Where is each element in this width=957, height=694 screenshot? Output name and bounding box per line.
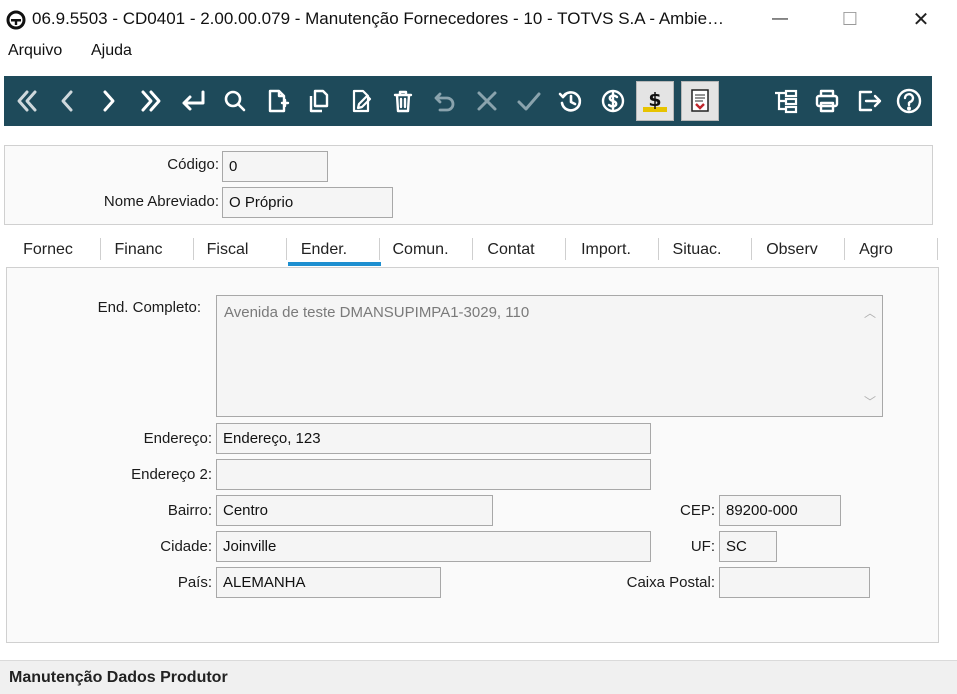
tab-situac[interactable]: Situac. — [658, 238, 736, 262]
endereco2-field[interactable] — [216, 459, 651, 490]
minimize-icon: — — [772, 10, 788, 27]
tab-contat[interactable]: Contat — [472, 238, 550, 262]
tab-fiscal[interactable]: Fiscal — [193, 238, 262, 262]
tab-ender[interactable]: Ender. — [288, 238, 360, 262]
menu-arquivo[interactable]: Arquivo — [8, 42, 62, 60]
scroll-up-icon[interactable]: ︿ — [864, 304, 876, 321]
uf-label: UF: — [690, 538, 715, 555]
tree-icon[interactable] — [768, 84, 802, 118]
svg-text:$: $ — [648, 89, 661, 111]
history-icon[interactable] — [554, 84, 588, 118]
pais-field[interactable]: ALEMANHA — [216, 567, 441, 598]
bairro-label: Bairro: — [167, 502, 212, 519]
toolbar: $ — [4, 76, 932, 126]
app-logo-icon — [6, 10, 26, 30]
maximize-button[interactable]: ☐ — [827, 0, 873, 38]
previous-record-icon[interactable] — [50, 84, 84, 118]
print-icon[interactable] — [810, 84, 844, 118]
tab-agro[interactable]: Agro — [844, 238, 908, 262]
confirm-icon[interactable] — [512, 84, 546, 118]
nome-abreviado-field[interactable]: O Próprio — [222, 187, 393, 218]
uf-field[interactable]: SC — [719, 531, 777, 562]
end-completo-value: Avenida de teste DMANSUPIMPA1-3029, 110 — [224, 304, 530, 321]
last-record-icon[interactable] — [134, 84, 168, 118]
cep-field[interactable]: 89200-000 — [719, 495, 841, 526]
first-record-icon[interactable] — [10, 84, 44, 118]
cancel-icon[interactable] — [470, 84, 504, 118]
delete-icon[interactable] — [386, 84, 420, 118]
cidade-field[interactable]: Joinville — [216, 531, 651, 562]
close-icon: ✕ — [912, 8, 930, 31]
nome-abreviado-label: Nome Abreviado: — [103, 193, 219, 210]
tab-separator — [937, 238, 938, 260]
scroll-down-icon[interactable]: ﹀ — [864, 393, 876, 410]
codigo-field[interactable]: 0 — [222, 151, 328, 182]
tab-financ[interactable]: Financ — [100, 238, 177, 262]
menu-ajuda[interactable]: Ajuda — [91, 42, 132, 60]
caixa-postal-field[interactable] — [719, 567, 870, 598]
status-bar: Manutenção Dados Produtor — [0, 660, 957, 694]
copy-record-icon[interactable] — [302, 84, 336, 118]
currency-icon[interactable] — [596, 84, 630, 118]
active-tab-indicator — [288, 262, 381, 266]
window-title: 06.9.5503 - CD0401 - 2.00.00.079 - Manut… — [32, 9, 725, 28]
caixa-postal-label: Caixa Postal: — [626, 574, 715, 591]
search-icon[interactable] — [218, 84, 252, 118]
tab-fornec[interactable]: Fornec — [8, 238, 88, 262]
end-completo-label: End. Completo: — [97, 299, 201, 316]
menu-bar — [0, 38, 957, 66]
pais-label: País: — [177, 574, 212, 591]
codigo-label: Código: — [167, 156, 219, 173]
endereco-label: Endereço: — [143, 430, 212, 447]
exit-icon[interactable] — [852, 84, 886, 118]
undo-icon[interactable] — [428, 84, 462, 118]
endereco2-label: Endereço 2: — [131, 466, 212, 483]
edit-record-icon[interactable] — [344, 84, 378, 118]
minimize-button[interactable]: — — [757, 0, 803, 38]
cidade-label: Cidade: — [160, 538, 212, 555]
tab-comun[interactable]: Comun. — [379, 238, 462, 262]
help-icon[interactable] — [892, 84, 926, 118]
tab-separator — [286, 238, 287, 260]
close-button[interactable]: ✕ — [898, 0, 944, 38]
new-record-icon[interactable] — [260, 84, 294, 118]
tab-import[interactable]: Import. — [565, 238, 647, 262]
endereco-field[interactable]: Endereço, 123 — [216, 423, 651, 454]
financial-icon[interactable]: $ — [636, 81, 674, 121]
end-completo-textarea[interactable]: Avenida de teste DMANSUPIMPA1-3029, 110 … — [216, 295, 883, 417]
cep-label: CEP: — [679, 502, 715, 519]
tab-observ[interactable]: Observ — [751, 238, 833, 262]
report-icon[interactable] — [681, 81, 719, 121]
maximize-icon: ☐ — [841, 8, 859, 29]
next-record-icon[interactable] — [92, 84, 126, 118]
status-text: Manutenção Dados Produtor — [9, 669, 228, 686]
bairro-field[interactable]: Centro — [216, 495, 493, 526]
go-to-icon[interactable] — [176, 84, 210, 118]
